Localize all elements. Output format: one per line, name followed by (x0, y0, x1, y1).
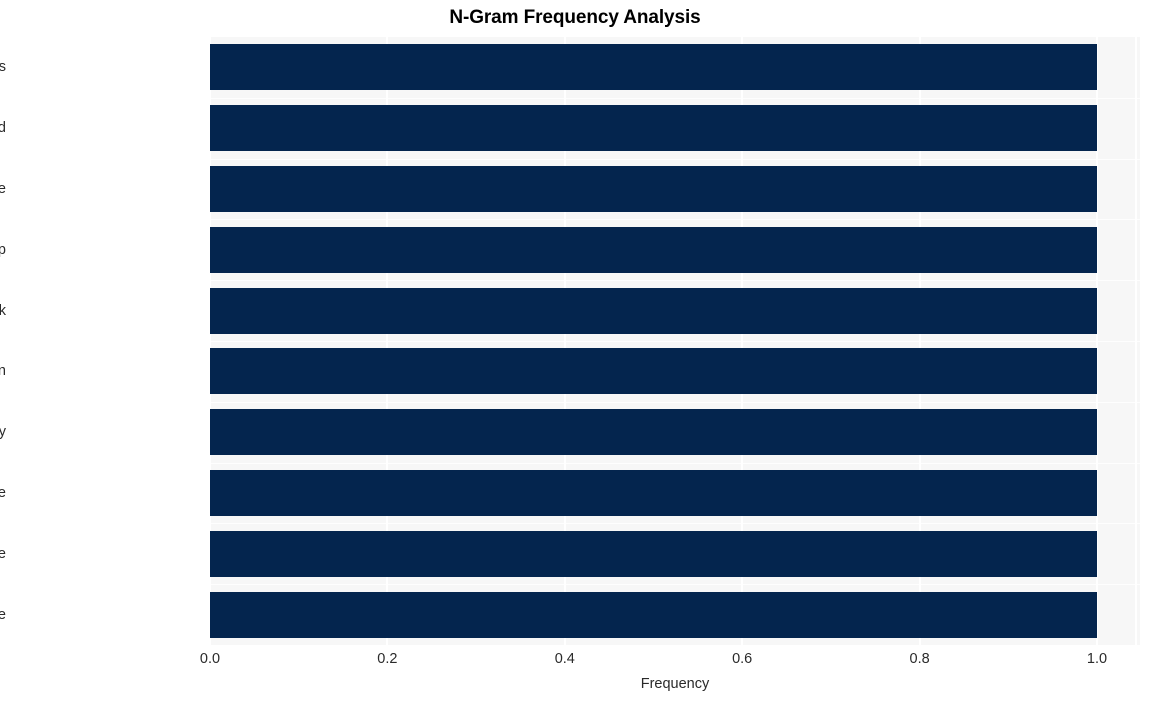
y-axis-tick-label: fbi agents board (0, 120, 6, 137)
x-axis-tick-label: 0.6 (732, 651, 753, 667)
bar (210, 287, 1097, 334)
y-axis-tick-label: baltimore ship link (0, 302, 6, 319)
bar (210, 409, 1097, 456)
y-axis-tick-label: company sue bridge (0, 545, 6, 562)
bar (210, 226, 1097, 273)
bar (210, 348, 1097, 395)
bar (210, 470, 1097, 516)
bar (210, 530, 1097, 577)
gridline-horizontal (210, 280, 1140, 281)
bar (210, 166, 1097, 212)
gridline-horizontal (210, 219, 1140, 220)
gridline-horizontal (210, 523, 1140, 524)
x-axis-tick-label: 0.8 (909, 651, 930, 667)
bar (210, 44, 1097, 91)
chart-figure: N-Gram Frequency Analysis hash fbi agent… (0, 0, 1150, 701)
chart-title: N-Gram Frequency Analysis (449, 7, 701, 28)
x-axis-tick-label: 1.0 (1086, 651, 1108, 667)
gridline-horizontal (210, 463, 1140, 464)
y-axis-tick-label: ship link singaporean (0, 363, 6, 380)
y-axis-tick-label: singaporean company sue (0, 485, 6, 501)
plot-area (210, 37, 1140, 645)
bar (210, 105, 1097, 152)
x-axis-label: Frequency (640, 676, 710, 692)
y-axis-tick-label: agents board baltimore (0, 181, 6, 197)
gridline-horizontal (210, 584, 1140, 585)
gridline-horizontal (210, 402, 1140, 403)
gridline-horizontal (210, 98, 1140, 99)
x-axis-tick-label: 0.0 (199, 651, 221, 667)
y-axis-tick-label: hash fbi agents (0, 59, 6, 76)
y-axis-tick-label: board baltimore ship (0, 241, 6, 258)
x-axis-tick-label: 0.4 (554, 651, 575, 667)
gridline-horizontal (210, 159, 1140, 160)
gridline-horizontal (210, 341, 1140, 342)
x-axis-tick-label: 0.2 (377, 651, 398, 667)
y-axis-tick-label: sue bridge collapse (0, 606, 6, 623)
bar (210, 591, 1097, 638)
y-axis-tick-label: link singaporean company (0, 424, 6, 441)
